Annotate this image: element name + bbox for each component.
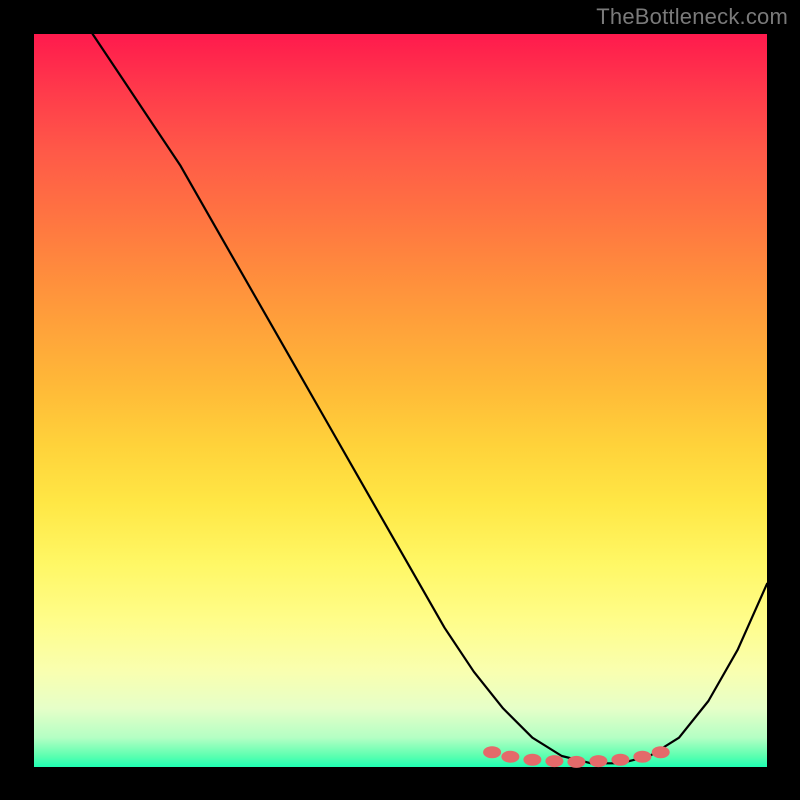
bottleneck-curve-line [93,34,767,763]
chart-svg [34,34,767,767]
marker-dot [611,754,629,766]
marker-dot [589,755,607,767]
marker-dot [501,751,519,763]
attribution-text: TheBottleneck.com [596,4,788,30]
marker-dot [483,746,501,758]
chart-frame: TheBottleneck.com [0,0,800,800]
marker-dot [633,751,651,763]
marker-dot [545,755,563,767]
plot-area [34,34,767,767]
marker-dot [523,754,541,766]
marker-dot [567,756,585,768]
optimal-zone-markers [483,746,670,768]
marker-dot [652,746,670,758]
